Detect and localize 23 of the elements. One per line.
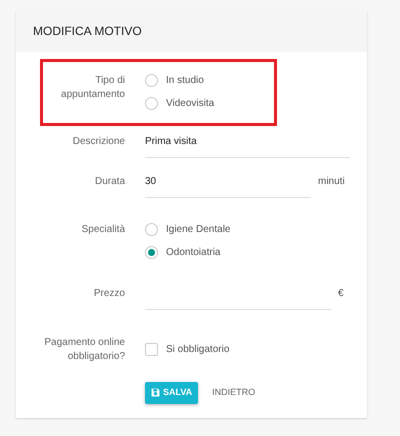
input-field[interactable]: Prima visita — [145, 134, 350, 158]
radio-button[interactable] — [145, 74, 158, 87]
option-label[interactable]: Videovisita — [166, 96, 214, 111]
back-button[interactable]: INDIETRO — [206, 382, 262, 404]
radio-button[interactable] — [145, 246, 158, 259]
card-title: MODIFICA MOTIVO — [33, 23, 142, 40]
checkbox[interactable] — [145, 343, 158, 356]
option-label[interactable]: Igiene Dentale — [166, 222, 230, 237]
field-label: Descrizione — [72, 135, 125, 149]
field-label: Pagamento online obbligatorio? — [43, 336, 125, 364]
field-label: Prezzo — [92, 287, 125, 301]
option-label[interactable]: In studio — [166, 73, 204, 88]
input-field[interactable]: 30 — [145, 174, 311, 198]
radio-button[interactable] — [145, 223, 158, 236]
field-label: Specialità — [80, 223, 125, 237]
radio-button[interactable] — [145, 97, 158, 110]
option-label[interactable]: Odontoiatria — [166, 245, 220, 260]
field-label: Tipo di appuntamento — [60, 74, 125, 102]
unit-label: € — [338, 287, 344, 301]
option-label[interactable]: Si obbligatorio — [166, 342, 230, 357]
save-icon — [151, 388, 160, 398]
field-label: Durata — [94, 175, 125, 189]
unit-label: minuti — [318, 175, 345, 189]
